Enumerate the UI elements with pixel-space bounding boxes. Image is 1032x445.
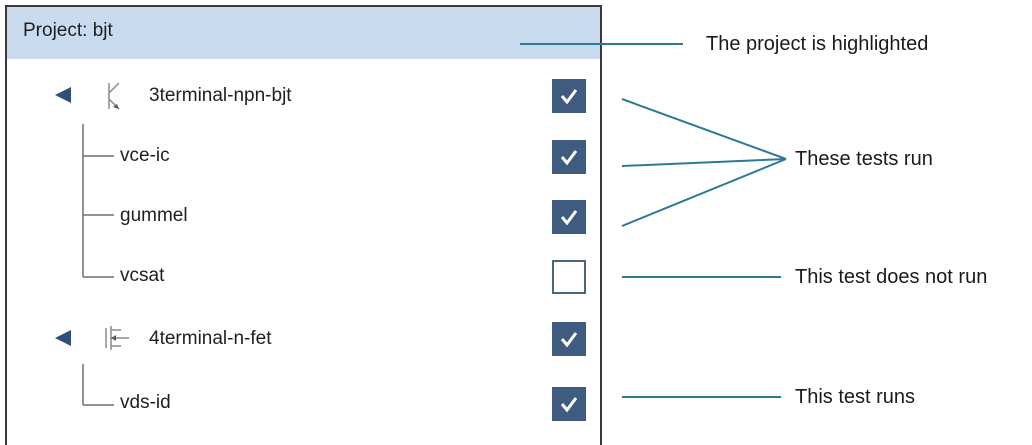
- checkmark-icon: [560, 332, 578, 348]
- callout-test-not-run: This test does not run: [795, 266, 988, 288]
- callout-test-runs: This test runs: [795, 386, 916, 408]
- checkbox-vce-ic[interactable]: [552, 140, 586, 174]
- checkbox-4terminal-n-fet[interactable]: [552, 322, 586, 356]
- checkmark-icon: [560, 150, 578, 166]
- tree-connector-lines: [82, 124, 114, 406]
- expand-triangle-icon[interactable]: [53, 329, 73, 347]
- checkmark-icon: [560, 89, 578, 105]
- n-fet-icon: [105, 326, 129, 350]
- project-tree-panel: Project: bjt 3terminal-npn-bjt vce-ic gu…: [5, 5, 602, 445]
- checkbox-vds-id[interactable]: [552, 387, 586, 421]
- project-header-row[interactable]: Project: bjt: [7, 7, 600, 59]
- project-label: Project: bjt: [23, 20, 113, 41]
- checkmark-icon: [560, 210, 578, 226]
- tree-item-4terminal-n-fet[interactable]: 4terminal-n-fet: [149, 328, 272, 350]
- checkbox-3terminal-npn-bjt[interactable]: [552, 79, 586, 113]
- npn-transistor-icon: [108, 82, 120, 110]
- tree-item-gummel[interactable]: gummel: [120, 205, 188, 227]
- expand-triangle-icon[interactable]: [53, 86, 73, 104]
- callout-tests-run: These tests run: [795, 148, 933, 170]
- tree-item-3terminal-npn-bjt[interactable]: 3terminal-npn-bjt: [149, 85, 292, 107]
- callout-project-highlighted: The project is highlighted: [706, 33, 929, 55]
- checkbox-vcsat[interactable]: [552, 260, 586, 294]
- tree-item-vce-ic[interactable]: vce-ic: [120, 145, 170, 167]
- tree-item-vcsat[interactable]: vcsat: [120, 265, 164, 287]
- checkbox-gummel[interactable]: [552, 200, 586, 234]
- checkmark-icon: [560, 397, 578, 413]
- tree-item-vds-id[interactable]: vds-id: [120, 392, 171, 414]
